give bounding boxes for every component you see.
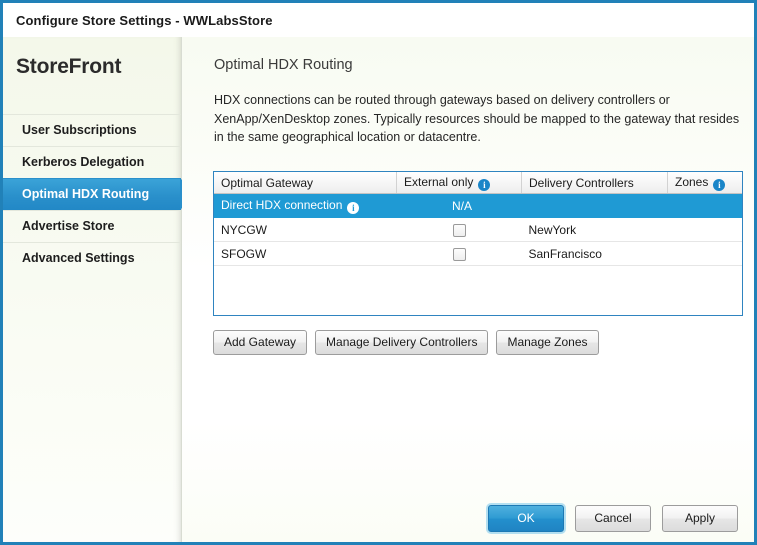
column-label-zones: Zones [675,175,708,189]
table-action-buttons: Add Gateway Manage Delivery Controllers … [213,330,599,355]
table-row[interactable]: Direct HDX connection i N/A [214,194,742,218]
sidebar-item-user-subscriptions[interactable]: User Subscriptions [3,114,181,146]
external-only-checkbox-sfogw[interactable] [453,248,466,261]
dialog-footer: OK Cancel Apply [488,505,738,532]
sidebar-item-advanced-settings[interactable]: Advanced Settings [3,242,181,274]
page-title: Optimal HDX Routing [182,37,754,73]
column-label-optimal-gateway: Optimal Gateway [221,176,313,190]
table-row[interactable]: SFOGW SanFrancisco [214,242,742,266]
cell-external-only-sfogw [397,242,522,266]
sidebar-nav: User Subscriptions Kerberos Delegation O… [3,114,181,274]
external-only-value: N/A [446,199,472,213]
sidebar: StoreFront User Subscriptions Kerberos D… [3,37,182,542]
cancel-button[interactable]: Cancel [575,505,651,532]
configure-store-settings-window: Configure Store Settings - WWLabsStore S… [0,0,757,545]
sidebar-item-optimal-hdx-routing[interactable]: Optimal HDX Routing [3,178,181,210]
column-header-zones[interactable]: Zonesi [668,172,743,194]
cell-external-only-direct-hdx: N/A [397,194,522,218]
sidebar-item-kerberos-delegation[interactable]: Kerberos Delegation [3,146,181,178]
cell-gateway-nycgw: NYCGW [214,218,397,242]
info-icon-zones[interactable]: i [713,179,725,191]
window-title: Configure Store Settings - WWLabsStore [3,13,273,28]
cell-delivery-controllers-sfogw: SanFrancisco [522,242,668,266]
column-label-delivery-controllers: Delivery Controllers [529,176,634,190]
cell-gateway-sfogw: SFOGW [214,242,397,266]
manage-zones-button[interactable]: Manage Zones [496,330,598,355]
info-icon-direct-hdx-connection[interactable]: i [347,202,359,214]
cell-delivery-controllers-nycgw: NewYork [522,218,668,242]
window-titlebar: Configure Store Settings - WWLabsStore [3,3,754,37]
cell-external-only-nycgw [397,218,522,242]
cell-gateway-direct-hdx: Direct HDX connection i [214,194,397,218]
column-header-delivery-controllers[interactable]: Delivery Controllers [522,172,668,194]
table-header-row: Optimal Gateway External only i Delivery … [214,172,742,194]
optimal-gateway-table[interactable]: Optimal Gateway External only i Delivery … [213,171,743,316]
table-row[interactable]: NYCGW NewYork [214,218,742,242]
cell-delivery-controllers-direct-hdx [522,194,668,218]
ok-button[interactable]: OK [488,505,564,532]
window-body: StoreFront User Subscriptions Kerberos D… [3,37,754,542]
page-description: HDX connections can be routed through ga… [182,73,754,147]
sidebar-item-advertise-store[interactable]: Advertise Store [3,210,181,242]
column-header-external-only[interactable]: External only i [397,172,522,194]
manage-delivery-controllers-button[interactable]: Manage Delivery Controllers [315,330,488,355]
column-header-optimal-gateway[interactable]: Optimal Gateway [214,172,397,194]
add-gateway-button[interactable]: Add Gateway [213,330,307,355]
info-icon-external-only[interactable]: i [478,179,490,191]
cell-zones-nycgw [668,218,743,242]
cell-zones-sfogw [668,242,743,266]
brand-storefront: StoreFront [3,37,181,79]
gateway-name: Direct HDX connection [221,198,342,212]
column-label-external-only: External only [404,175,473,189]
apply-button[interactable]: Apply [662,505,738,532]
cell-zones-direct-hdx [668,194,743,218]
external-only-checkbox-nycgw[interactable] [453,224,466,237]
content-pane: Optimal HDX Routing HDX connections can … [182,37,754,542]
